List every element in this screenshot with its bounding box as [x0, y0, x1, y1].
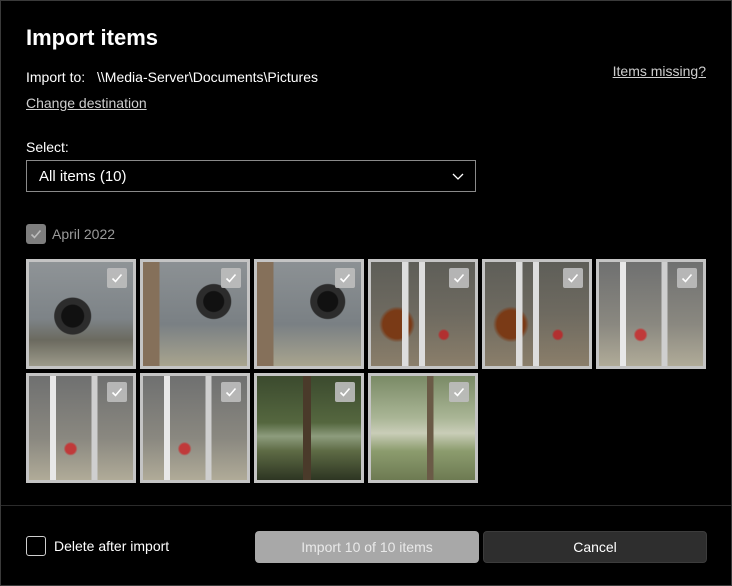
thumbnail[interactable]: [482, 259, 592, 369]
thumbnail[interactable]: [26, 259, 136, 369]
thumbnail[interactable]: [140, 373, 250, 483]
import-to-label: Import to:: [26, 69, 86, 85]
change-destination-link[interactable]: Change destination: [26, 95, 147, 111]
import-destination: Import to: \\Media-Server\Documents\Pict…: [26, 69, 318, 85]
select-label: Select:: [26, 139, 69, 155]
items-missing-link[interactable]: Items missing?: [613, 63, 706, 79]
select-dropdown[interactable]: All items (10): [26, 160, 476, 192]
delete-after-import-option[interactable]: Delete after import: [26, 536, 169, 556]
checkmark-icon: [563, 268, 583, 288]
thumbnail[interactable]: [596, 259, 706, 369]
checkmark-icon: [449, 268, 469, 288]
thumbnail[interactable]: [368, 259, 478, 369]
select-value: All items (10): [39, 167, 127, 185]
group-april-2022[interactable]: April 2022: [26, 224, 115, 244]
footer-divider: [1, 505, 731, 506]
checkmark-icon: [449, 382, 469, 402]
import-button[interactable]: Import 10 of 10 items: [255, 531, 479, 563]
cancel-button[interactable]: Cancel: [483, 531, 707, 563]
checkmark-icon: [677, 268, 697, 288]
delete-after-import-label: Delete after import: [54, 538, 170, 554]
thumbnail[interactable]: [368, 373, 478, 483]
checkmark-icon: [107, 268, 127, 288]
thumbnail-grid: [26, 259, 706, 483]
checkmark-icon: [335, 382, 355, 402]
import-to-path: \\Media-Server\Documents\Pictures: [97, 69, 318, 85]
group-checkbox[interactable]: [26, 224, 46, 244]
thumbnail[interactable]: [26, 373, 136, 483]
group-label: April 2022: [52, 226, 116, 242]
checkmark-icon: [221, 382, 241, 402]
thumbnail[interactable]: [254, 259, 364, 369]
thumbnail[interactable]: [254, 373, 364, 483]
import-dialog: Import items Import to: \\Media-Server\D…: [0, 0, 732, 586]
checkmark-icon: [107, 382, 127, 402]
thumbnail[interactable]: [140, 259, 250, 369]
dialog-title: Import items: [26, 25, 159, 50]
checkmark-icon: [335, 268, 355, 288]
delete-after-import-checkbox[interactable]: [26, 536, 46, 556]
checkmark-icon: [30, 229, 42, 239]
chevron-down-icon: [452, 173, 464, 180]
checkmark-icon: [221, 268, 241, 288]
